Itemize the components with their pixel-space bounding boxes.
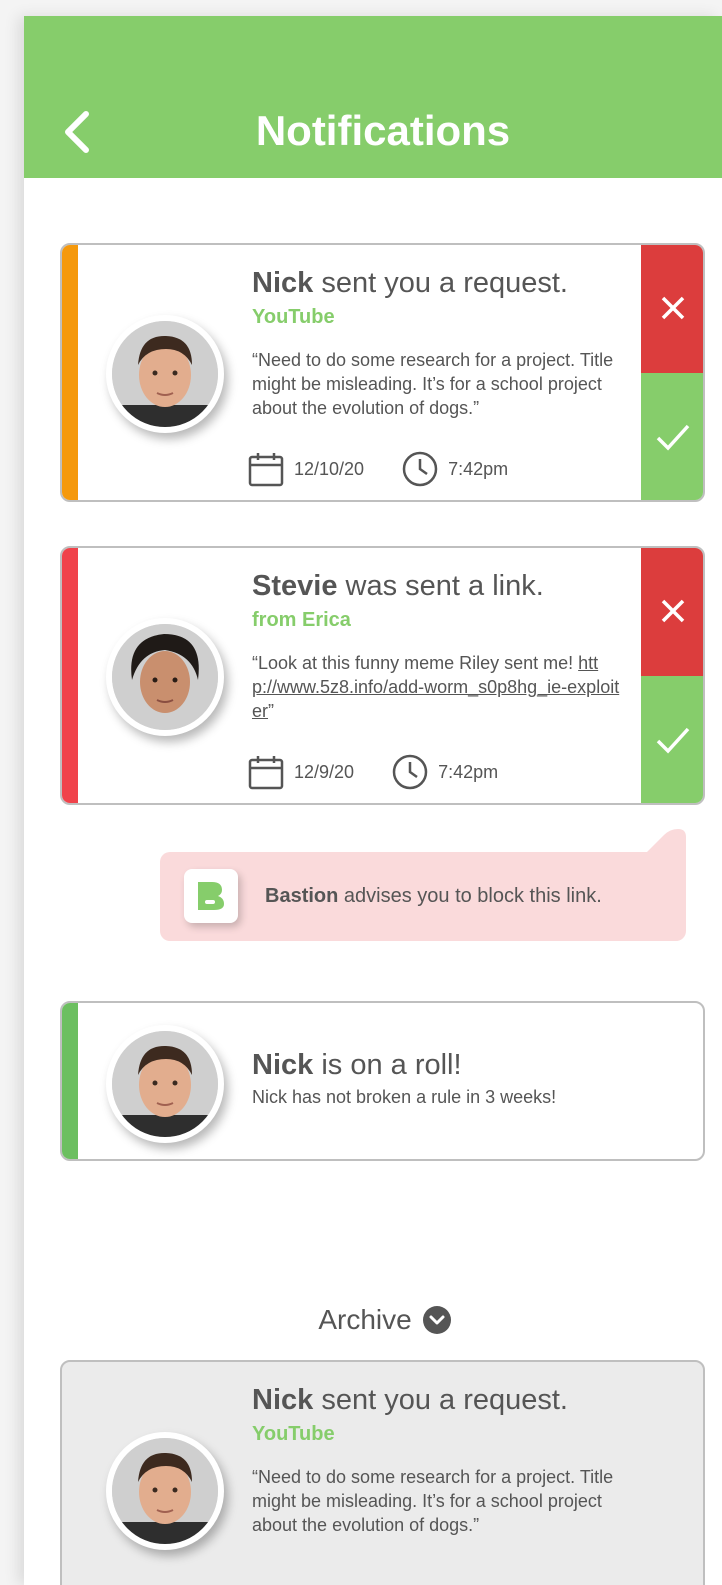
notifications-screen: Notifications Nick sent you a request. Y… xyxy=(24,16,722,1585)
bastion-logo xyxy=(184,869,238,923)
advice-bubble: Bastion advises you to block this link. xyxy=(160,829,686,941)
person-avatar-image xyxy=(112,321,218,427)
calendar-icon xyxy=(248,453,284,487)
avatar xyxy=(106,1025,224,1143)
check-icon xyxy=(656,728,690,754)
notification-card-streak: Nick is on a roll! xyxy=(60,1001,705,1161)
person-avatar-image xyxy=(112,1031,218,1137)
user-name: Nick xyxy=(252,267,314,299)
avatar xyxy=(106,1432,224,1550)
reject-button[interactable] xyxy=(641,548,703,676)
advice-message: advises you to block this link. xyxy=(338,885,602,907)
notification-date: 12/10/20 xyxy=(294,459,365,479)
accept-button[interactable] xyxy=(641,372,703,500)
chevron-down-circle-icon xyxy=(422,1306,451,1334)
notification-heading: Nick sent you a request. xyxy=(252,265,568,301)
notification-source: YouTube xyxy=(252,306,335,328)
notification-heading: Nick is on a roll! xyxy=(252,1047,462,1083)
notification-source: YouTube xyxy=(252,1423,335,1445)
message-text: “Look at this funny meme Riley sent me! xyxy=(252,653,579,673)
reject-button[interactable] xyxy=(641,245,703,373)
archive-toggle[interactable]: Archive xyxy=(24,1304,722,1336)
message-end: ” xyxy=(268,701,275,721)
notification-action: is on a roll! xyxy=(313,1049,462,1081)
user-name: Stevie xyxy=(252,570,338,602)
status-stripe xyxy=(62,1003,78,1159)
streak-message: Nick has not broken a rule in 3 weeks! xyxy=(252,1087,557,1107)
notification-card-request: Nick sent you a request. YouTube “Need t… xyxy=(60,243,705,502)
notification-meta: 12/10/20 7:42pm xyxy=(248,451,508,487)
calendar-icon xyxy=(248,756,284,790)
notification-meta: 12/9/20 7:42pm xyxy=(248,754,498,790)
clock-icon xyxy=(392,754,428,790)
notification-source: from Erica xyxy=(252,609,351,631)
person-avatar-image xyxy=(112,624,218,730)
notification-card-link: Stevie was sent a link. from Erica “Look… xyxy=(60,546,705,805)
notification-message: “Look at this funny meme Riley sent me! … xyxy=(252,651,622,723)
accept-button[interactable] xyxy=(641,675,703,803)
link-actions xyxy=(641,548,703,803)
status-stripe xyxy=(62,245,78,500)
request-actions xyxy=(641,245,703,500)
notification-date: 12/9/20 xyxy=(294,762,355,782)
app-header: Notifications xyxy=(24,16,722,178)
page-title: Notifications xyxy=(255,107,511,154)
status-stripe xyxy=(62,548,78,803)
advice-brand: Bastion xyxy=(265,885,339,907)
notification-message: “Need to do some research for a project.… xyxy=(252,1467,614,1535)
advice-text: Bastion advises you to block this link. xyxy=(265,852,602,941)
x-icon xyxy=(661,296,685,319)
notification-message: “Need to do some research for a project.… xyxy=(252,350,614,418)
notification-time: 7:42pm xyxy=(438,762,499,782)
notification-time: 7:42pm xyxy=(448,459,509,479)
avatar xyxy=(106,315,224,433)
archived-notification-card: Nick sent you a request. YouTube “Need t… xyxy=(60,1360,705,1585)
notification-action: sent you a request. xyxy=(313,1384,568,1416)
bastion-logo-icon xyxy=(198,882,224,910)
user-name: Nick xyxy=(252,1384,314,1416)
x-icon xyxy=(661,599,685,622)
notification-heading: Stevie was sent a link. xyxy=(252,568,544,604)
notification-action: sent you a request. xyxy=(313,267,568,299)
check-icon xyxy=(656,425,690,451)
notification-heading: Nick sent you a request. xyxy=(252,1382,568,1418)
archive-label: Archive xyxy=(318,1304,412,1335)
clock-icon xyxy=(402,451,438,487)
bubble-tail xyxy=(636,829,686,863)
avatar xyxy=(106,618,224,736)
notification-action: was sent a link. xyxy=(337,570,544,602)
person-avatar-image xyxy=(112,1438,218,1544)
user-name: Nick xyxy=(252,1049,314,1081)
